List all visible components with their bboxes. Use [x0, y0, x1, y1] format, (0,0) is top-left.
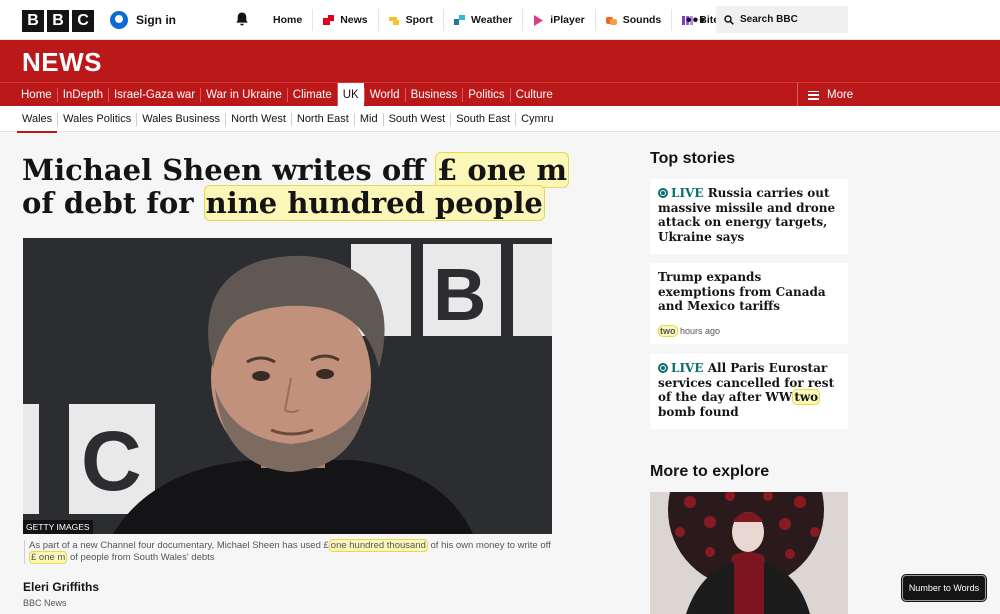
sport-icon [388, 16, 399, 25]
image-caption: As part of a new Channel four documentar… [24, 539, 554, 564]
svg-text:B: B [433, 253, 486, 336]
live-label: LIVE [671, 186, 704, 200]
news-nav-item[interactable]: Politics [462, 88, 509, 102]
logo-letter: B [22, 10, 44, 32]
svg-text:C: C [81, 414, 142, 508]
news-header: NEWS [0, 40, 1000, 82]
global-nav-label: Home [273, 14, 303, 26]
byline-org: BBC News [23, 598, 67, 608]
hamburger-icon [808, 90, 819, 100]
live-label: LIVE [671, 361, 704, 375]
number-to-words-highlight: two [792, 389, 821, 405]
global-nav-sounds[interactable]: Sounds [594, 9, 672, 31]
more-to-explore-heading: More to explore [650, 463, 770, 480]
byline-author[interactable]: Eleri Griffiths [23, 580, 99, 594]
global-nav: Home News Sport Weather iPlayer Sounds B… [263, 0, 749, 40]
global-nav-label: News [340, 14, 368, 26]
notifications-bell-icon[interactable] [234, 11, 250, 27]
weather-icon [454, 14, 466, 25]
number-to-words-highlight: two [658, 324, 678, 337]
headline-text: Michael Sheen writes off [22, 153, 436, 187]
story-title: bomb found [658, 404, 739, 419]
logo-letter: B [47, 10, 69, 32]
global-nav-iplayer[interactable]: iPlayer [522, 9, 594, 31]
headline-text: of debt for [22, 186, 204, 220]
news-icon [323, 14, 335, 25]
search-box[interactable]: Search BBC [716, 6, 848, 33]
subnav-item[interactable]: Cymru [515, 112, 558, 126]
subnav-item[interactable]: North West [225, 112, 291, 126]
global-nav-label: Sport [405, 14, 434, 26]
timestamp-text: hours ago [677, 325, 721, 336]
story-timestamp: two hours ago [658, 324, 840, 339]
global-nav-label: Weather [471, 14, 513, 26]
explore-story-image[interactable] [650, 492, 848, 614]
subnav-item[interactable]: Mid [353, 112, 383, 126]
live-icon [658, 188, 668, 198]
subnav-item[interactable]: North East [290, 112, 354, 126]
global-nav-label: iPlayer [550, 14, 585, 26]
caption-text: of his own money to write off [427, 540, 551, 551]
bbc-logo[interactable]: B B C [22, 10, 94, 32]
global-nav-home[interactable]: Home [263, 9, 312, 31]
news-nav-more-button[interactable]: More [797, 83, 853, 107]
top-story-card[interactable]: LIVE All Paris Eurostar services cancell… [650, 354, 848, 429]
number-to-words-highlight: £ one m [29, 551, 68, 564]
news-nav-item[interactable]: UK [336, 83, 364, 107]
more-menu-icon[interactable]: ••• [686, 12, 706, 30]
news-nav-item[interactable]: Culture [509, 88, 558, 102]
more-label: More [827, 89, 854, 101]
story-title: Trump expands exemptions from Canada and… [658, 270, 826, 313]
number-to-words-highlight: £ one m [435, 152, 570, 188]
article-hero-image: B C [23, 238, 552, 534]
article-headline: Michael Sheen writes off £ one m of debt… [22, 152, 582, 221]
news-nav-item[interactable]: Home [16, 88, 57, 102]
account-icon [110, 11, 128, 29]
global-nav-news[interactable]: News [312, 9, 377, 31]
sounds-icon [605, 16, 617, 25]
top-story-card[interactable]: LIVE Russia carries out massive missile … [650, 179, 848, 254]
caption-text: As part of a new Channel four documentar… [29, 540, 329, 551]
number-to-words-highlight: one hundred thousand [328, 539, 428, 552]
global-nav-sport[interactable]: Sport [377, 9, 443, 31]
subnav-item[interactable]: South East [450, 112, 515, 126]
hero-photo: B C [23, 238, 552, 534]
sign-in-link[interactable]: Sign in [110, 11, 176, 29]
news-nav-item[interactable]: Business [404, 88, 463, 102]
image-credit: GETTY IMAGES [23, 520, 93, 534]
news-nav: Home InDepth Israel-Gaza war War in Ukraine… [0, 82, 1000, 107]
top-stories-heading: Top stories [650, 150, 736, 167]
global-nav-weather[interactable]: Weather [443, 9, 522, 31]
number-to-words-highlight: nine hundred people [203, 185, 545, 221]
live-icon [658, 363, 668, 373]
news-nav-item[interactable]: InDepth [56, 88, 108, 102]
explore-photo [650, 492, 848, 614]
search-icon [724, 14, 734, 25]
news-nav-item[interactable]: War in Ukraine [200, 88, 287, 102]
subnav-item[interactable]: South West [382, 112, 451, 126]
caption-text: of people from South Wales' debts [67, 552, 215, 563]
subnav-item[interactable]: Wales [17, 113, 58, 133]
news-nav-item[interactable]: World [363, 88, 405, 102]
top-story-card[interactable]: Trump expands exemptions from Canada and… [650, 263, 848, 344]
subnav-items: Wales Wales Politics Wales Business North W… [17, 106, 558, 133]
sign-in-label: Sign in [136, 13, 176, 27]
news-subnav: Wales Wales Politics Wales Business North W… [0, 106, 1000, 133]
global-nav-label: Sounds [622, 14, 662, 26]
subnav-item[interactable]: Wales Business [136, 112, 225, 126]
news-wordmark[interactable]: NEWS [22, 47, 102, 78]
news-nav-item[interactable]: Israel-Gaza war [107, 88, 200, 102]
news-nav-item[interactable]: Climate [286, 88, 337, 102]
iplayer-icon [534, 14, 544, 26]
bbc-global-header: B B C Sign in Home News Sport Weather iP… [0, 0, 1000, 40]
logo-letter: C [72, 10, 94, 32]
number-to-words-extension-button[interactable]: Number to Words [902, 575, 986, 601]
news-nav-items: Home InDepth Israel-Gaza war War in Ukraine… [16, 83, 558, 107]
subnav-item[interactable]: Wales Politics [57, 112, 136, 126]
search-placeholder: Search BBC [740, 14, 798, 25]
